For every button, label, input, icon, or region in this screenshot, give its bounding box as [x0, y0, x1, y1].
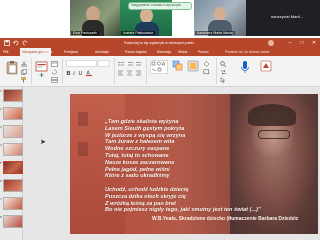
slide-thumbnail[interactable]	[3, 179, 23, 192]
dictate-icon[interactable]	[240, 60, 250, 76]
participant-name: Ewa Pastuszek	[71, 31, 99, 35]
tab-animations[interactable]: Animacje	[95, 48, 109, 56]
ribbon-separator	[114, 58, 115, 84]
participant-name: nauczyciel Marti...	[271, 14, 304, 19]
poem-line	[105, 180, 255, 187]
slide-thumbnail[interactable]	[3, 125, 23, 138]
tab-file[interactable]: Plik	[3, 48, 8, 56]
slide-number: 7	[0, 197, 2, 201]
poem-line: Bo nie pojmiesz nigdy tego, jaki smutny …	[105, 207, 261, 214]
tab-view[interactable]: Widok	[178, 48, 187, 56]
designer-icon[interactable]	[260, 60, 272, 76]
poem-line: Puszcza dzika niech skryje cię	[105, 193, 186, 200]
tab-review[interactable]: Recenzja	[157, 48, 171, 56]
portrait-hair	[248, 104, 296, 126]
slide-number: 5	[0, 161, 2, 165]
align-icons[interactable]	[118, 70, 142, 76]
ribbon-separator	[216, 58, 217, 84]
tab-insert[interactable]: Wstaw	[42, 48, 52, 56]
current-slide[interactable]: „Tam gdzie skalista wyżyna Lasem Sleuth …	[70, 94, 318, 234]
svg-text:I: I	[72, 71, 76, 76]
slide-thumbnail[interactable]	[3, 143, 23, 156]
recording-label: Nagrywanie zostało rozpoczęte	[131, 3, 181, 7]
poem-text: „Tam gdzie skalista wyżyna Lasem Sleuth …	[105, 119, 261, 214]
maximize-button[interactable]: □	[298, 38, 306, 48]
portrait-glasses	[258, 130, 290, 139]
cut-icon[interactable]	[21, 61, 27, 67]
slide-thumbnail[interactable]	[3, 197, 23, 210]
participant-tile[interactable]: Ewa Pastuszek	[70, 0, 120, 36]
slide-number: 3	[0, 125, 2, 129]
slide-number: 6	[0, 179, 2, 183]
slide-number: 2	[0, 107, 2, 111]
poem-line: Tutaj, tutaj to schowane	[105, 152, 169, 159]
reset-icon[interactable]	[51, 69, 58, 75]
user-avatar[interactable]	[268, 40, 274, 46]
undo-icon[interactable]	[13, 40, 19, 46]
poem-credit: W.B.Yeats, Skradzione dziecko (tłumaczen…	[152, 216, 299, 222]
font-box[interactable]	[66, 60, 110, 67]
bold-icon[interactable]: B	[66, 70, 71, 76]
poem-line: Nasze kosze zaczarowane	[105, 159, 175, 166]
poem-line: „Tam gdzie skalista wyżyna	[105, 119, 179, 125]
slide-thumbnail-active[interactable]	[3, 161, 23, 174]
ribbon-separator	[62, 58, 63, 84]
new-slide-icon[interactable]	[35, 60, 48, 78]
copy-icon[interactable]	[21, 69, 27, 75]
poem-line: Lasem Sleuth gęstym pokryta	[105, 125, 185, 132]
poem-line: Uchodź, uchodź ludzkie dziecię	[105, 186, 189, 193]
arrange-icon[interactable]	[172, 60, 184, 76]
bullets-icon[interactable]	[118, 61, 142, 67]
mouse-pointer-icon: ➤	[40, 139, 46, 146]
shape-fill-icon[interactable]	[203, 61, 210, 67]
slide-thumbnail[interactable]	[3, 89, 23, 102]
slide-number: 8	[0, 215, 2, 219]
tab-transitions[interactable]: Przejścia	[64, 48, 78, 56]
background-window	[78, 112, 88, 126]
find-icon[interactable]	[220, 61, 227, 67]
background-window	[78, 142, 88, 156]
select-icon[interactable]	[220, 77, 227, 83]
slide-thumbnail[interactable]	[3, 215, 23, 228]
format-painter-icon[interactable]	[21, 77, 27, 83]
ribbon-separator	[146, 58, 147, 84]
shapes-icon[interactable]	[150, 60, 168, 74]
quick-styles-icon[interactable]	[187, 60, 199, 76]
save-icon[interactable]	[4, 40, 10, 46]
redo-icon[interactable]	[22, 40, 28, 46]
svg-text:B: B	[67, 71, 71, 76]
tab-slideshow[interactable]: Pokaz slajdów	[125, 48, 147, 56]
participant-name: Kazimierz Marta Maciej	[195, 31, 236, 35]
minimize-button[interactable]: –	[286, 38, 294, 48]
replace-icon[interactable]	[220, 69, 227, 75]
shape-outline-icon[interactable]	[203, 69, 210, 75]
section-icon[interactable]	[51, 77, 58, 83]
underline-icon[interactable]: U	[78, 70, 83, 76]
slide-thumbnails-pane: 1 2 3 4 5 6 7 8	[0, 87, 23, 240]
participant-tile[interactable]: Kazimierz Marta Maciej	[194, 0, 246, 36]
font-color-icon[interactable]: A	[86, 70, 92, 76]
poem-line: Wodne szczury zaspane	[105, 146, 170, 153]
slide-number: 4	[0, 143, 2, 147]
tab-help[interactable]: Pomoc	[198, 48, 209, 56]
slide-number: 1	[0, 89, 2, 93]
layout-icon[interactable]	[51, 61, 58, 67]
participant-tile[interactable]: nauczyciel Marti...	[246, 0, 320, 36]
close-button[interactable]: ✕	[310, 38, 318, 48]
document-title: Posłuchaj co się wydarzyło w wierszach p…	[123, 41, 197, 45]
ribbon-separator	[31, 58, 32, 84]
slide-thumbnail[interactable]	[3, 107, 23, 120]
svg-text:U: U	[79, 71, 83, 76]
italic-icon[interactable]: I	[72, 70, 77, 76]
poem-line: Które z sadu ukradliśmy	[105, 173, 170, 180]
tell-me-search[interactable]: Powiedz mi, co chcesz zrobić	[225, 48, 269, 56]
participant-name: Izabela Piatkowska	[121, 31, 155, 35]
paste-icon[interactable]	[6, 60, 18, 78]
